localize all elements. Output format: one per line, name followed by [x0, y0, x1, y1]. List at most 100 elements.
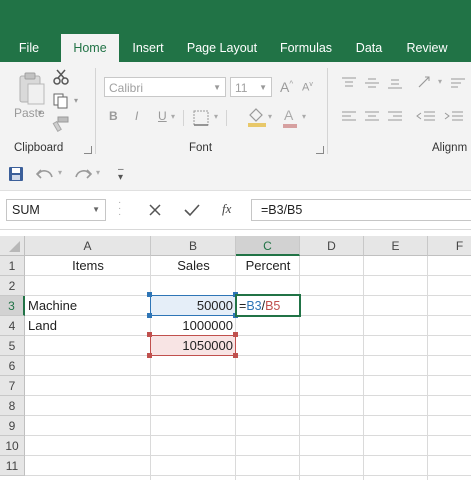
column-header-e[interactable]: E [364, 236, 428, 256]
format-painter-icon[interactable] [52, 116, 70, 132]
cell-a1[interactable]: Items [25, 256, 151, 276]
gridline [25, 435, 471, 436]
formula-bar-grip-icon: · · · [118, 197, 122, 220]
gridline [25, 475, 471, 476]
ribbon-tab-bar: File Home Insert Page Layout Formulas Da… [0, 0, 471, 64]
borders-dropdown-icon[interactable]: ▾ [214, 112, 218, 121]
insert-function-button[interactable]: fx [222, 201, 231, 217]
grow-font-button[interactable]: A^ [280, 79, 293, 95]
copy-dropdown-icon[interactable]: ▾ [74, 96, 78, 105]
column-header-f[interactable]: F [428, 236, 471, 256]
formula-input[interactable]: =B3/B5 [251, 199, 471, 221]
font-color-dropdown-icon[interactable]: ▾ [302, 112, 306, 121]
font-color-icon: A [284, 107, 294, 123]
column-header-a[interactable]: A [25, 236, 151, 256]
gridline [25, 455, 471, 456]
chevron-down-icon: ▼ [259, 83, 267, 92]
row-header-5[interactable]: 5 [0, 336, 25, 356]
row-header-6[interactable]: 6 [0, 356, 25, 376]
customize-toolbar-icon[interactable]: – ▾ [118, 165, 124, 183]
divider [183, 110, 184, 126]
cell-b5[interactable]: 1050000 [151, 336, 233, 356]
row-header-7[interactable]: 7 [0, 376, 25, 396]
underline-button[interactable]: U [158, 109, 167, 123]
insert-function-icon: fx [222, 201, 232, 216]
cell-a3[interactable]: Machine [28, 296, 148, 316]
bold-button[interactable]: B [109, 109, 118, 123]
row-header-11[interactable]: 11 [0, 456, 25, 476]
divider [95, 68, 96, 154]
fill-color-icon[interactable] [246, 106, 268, 128]
cell-b4[interactable]: 1000000 [151, 316, 233, 336]
row-header-2[interactable]: 2 [0, 276, 25, 296]
cancel-icon[interactable] [148, 203, 162, 217]
paste-button[interactable] [14, 70, 46, 108]
font-color-button[interactable]: A [284, 107, 293, 123]
ribbon: Paste ▾ ▾ Clipboard Calibri ▼ 11 ▼ A^ Av… [0, 62, 471, 159]
font-size-select[interactable]: 11 ▼ [230, 77, 272, 97]
undo-icon[interactable] [36, 166, 54, 182]
name-box[interactable]: SUM ▼ [6, 199, 106, 221]
tab-formulas[interactable]: Formulas [274, 34, 338, 62]
tab-file[interactable]: File [8, 34, 50, 62]
shrink-font-button[interactable]: Av [302, 81, 313, 94]
cell-b1[interactable]: Sales [151, 256, 236, 276]
redo-icon[interactable] [74, 166, 92, 182]
reference-handle[interactable] [233, 332, 238, 337]
chevron-down-icon: ▼ [92, 205, 100, 214]
font-group-label: Font [189, 142, 213, 154]
font-color-swatch [283, 124, 297, 128]
gridline [299, 256, 300, 480]
middle-align-icon[interactable] [364, 76, 380, 90]
tab-page-layout[interactable]: Page Layout [182, 34, 262, 62]
tab-data[interactable]: Data [350, 34, 388, 62]
decrease-indent-icon[interactable] [416, 110, 436, 124]
row-header-10[interactable]: 10 [0, 436, 25, 456]
row-header-8[interactable]: 8 [0, 396, 25, 416]
fill-color-dropdown-icon[interactable]: ▾ [268, 112, 272, 121]
enter-icon[interactable] [184, 203, 200, 217]
cell-c1[interactable]: Percent [236, 256, 300, 276]
reference-handle[interactable] [233, 353, 238, 358]
alignment-group-label: Alignm [432, 142, 468, 154]
row-header-4[interactable]: 4 [0, 316, 25, 336]
redo-dropdown-icon[interactable]: ▾ [96, 168, 100, 177]
wrap-text-icon[interactable] [450, 76, 466, 90]
tab-insert[interactable]: Insert [126, 34, 170, 62]
cell-a4[interactable]: Land [28, 316, 148, 336]
column-header-b[interactable]: B [151, 236, 236, 256]
cut-icon[interactable] [52, 68, 70, 86]
select-all-icon [9, 241, 20, 252]
font-launcher-icon[interactable] [316, 146, 324, 154]
orientation-icon[interactable] [416, 74, 436, 90]
orientation-dropdown-icon[interactable]: ▾ [438, 77, 442, 86]
underline-dropdown-icon[interactable]: ▾ [171, 112, 175, 121]
borders-icon[interactable] [192, 109, 214, 127]
spreadsheet-grid[interactable]: A B C D E F 1 2 3 4 5 6 7 8 9 10 11 =B3/… [0, 236, 471, 480]
formula-ref-b3: B3 [246, 299, 262, 313]
italic-button[interactable]: I [135, 109, 138, 123]
clipboard-launcher-icon[interactable] [84, 146, 92, 154]
copy-icon[interactable] [52, 92, 72, 110]
column-header-d[interactable]: D [300, 236, 364, 256]
row-header-1[interactable]: 1 [0, 256, 25, 276]
cell-b3[interactable]: 50000 [151, 296, 233, 316]
tab-review[interactable]: Review [400, 34, 454, 62]
row-header-3[interactable]: 3 [0, 296, 25, 316]
row-header-9[interactable]: 9 [0, 416, 25, 436]
column-header-c[interactable]: C [236, 236, 300, 256]
align-center-icon[interactable] [364, 110, 380, 124]
tab-home[interactable]: Home [61, 34, 119, 64]
cell-c3-formula[interactable]: =B3/B5 [239, 296, 280, 316]
font-name-select[interactable]: Calibri ▼ [104, 77, 226, 97]
undo-dropdown-icon[interactable]: ▾ [58, 168, 62, 177]
save-icon[interactable] [8, 166, 24, 182]
align-left-icon[interactable] [341, 110, 357, 124]
gridline [25, 395, 471, 396]
align-right-icon[interactable] [387, 110, 403, 124]
top-align-icon[interactable] [341, 76, 357, 90]
paste-dropdown-icon[interactable]: ▾ [38, 108, 42, 117]
select-all-corner[interactable] [0, 236, 25, 256]
bottom-align-icon[interactable] [387, 76, 403, 90]
increase-indent-icon[interactable] [444, 110, 464, 124]
